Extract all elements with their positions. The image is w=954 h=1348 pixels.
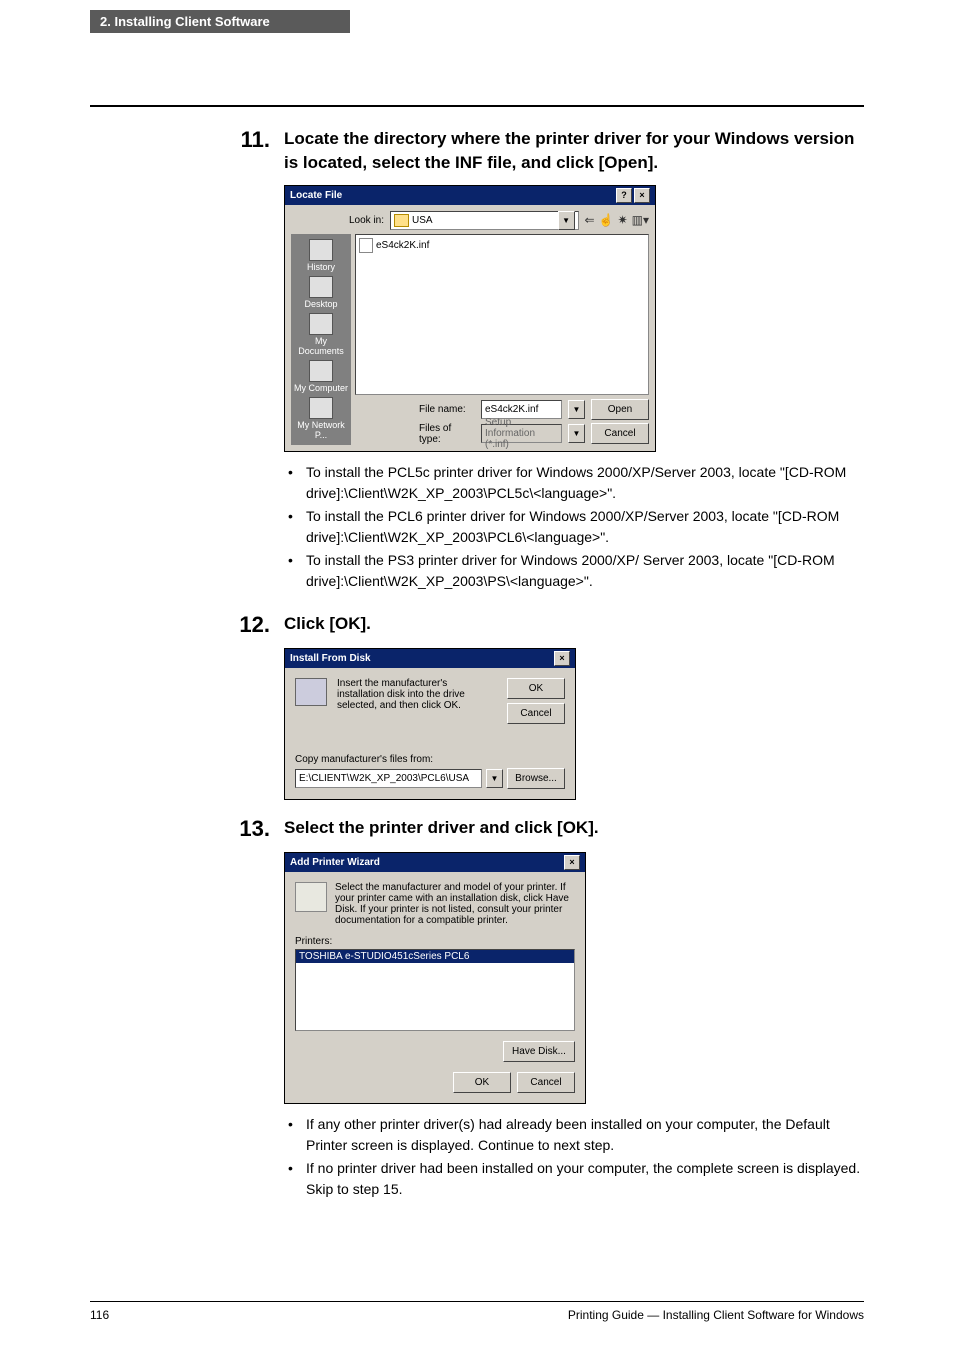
chevron-down-icon[interactable]: ▼ (568, 424, 585, 443)
place-my-documents[interactable]: My Documents (291, 312, 351, 357)
list-item: If no printer driver had been installed … (284, 1158, 864, 1200)
look-in-label: Look in: (349, 215, 384, 226)
printer-icon (295, 882, 327, 912)
section-header: 2. Installing Client Software (90, 10, 350, 33)
step-13-bullets: If any other printer driver(s) had alrea… (284, 1114, 864, 1200)
file-item[interactable]: eS4ck2K.inf (359, 238, 645, 253)
folder-icon (394, 214, 409, 227)
network-icon (309, 397, 333, 419)
ifd-instruction: Insert the manufacturer's installation d… (337, 678, 497, 724)
help-icon[interactable]: ? (616, 188, 632, 203)
cancel-button[interactable]: Cancel (591, 423, 649, 444)
locate-file-titlebar: Locate File ? × (285, 186, 655, 205)
file-item-label: eS4ck2K.inf (376, 240, 429, 251)
printer-item[interactable]: TOSHIBA e-STUDIO451cSeries PCL6 (296, 950, 574, 963)
list-item: To install the PCL5c printer driver for … (284, 462, 864, 504)
step-13-title: Select the printer driver and click [OK]… (284, 816, 864, 842)
install-from-disk-dialog: Install From Disk × Insert the manufactu… (284, 648, 576, 800)
documents-icon (309, 313, 333, 335)
disk-icon (295, 678, 327, 706)
list-item: To install the PS3 printer driver for Wi… (284, 550, 864, 592)
page-footer: 116 Printing Guide — Installing Client S… (90, 1295, 864, 1322)
step-11-number: 11. (220, 127, 284, 175)
list-item: If any other printer driver(s) had alrea… (284, 1114, 864, 1156)
apw-instruction: Select the manufacturer and model of you… (335, 882, 575, 926)
cancel-button[interactable]: Cancel (517, 1072, 575, 1093)
browse-button[interactable]: Browse... (507, 768, 565, 789)
filetype-label: Files of type: (419, 423, 475, 445)
have-disk-button[interactable]: Have Disk... (503, 1041, 575, 1062)
step-12-number: 12. (220, 612, 284, 638)
apw-titlebar: Add Printer Wizard × (285, 853, 585, 872)
step-13-number: 13. (220, 816, 284, 842)
page-number: 116 (90, 1308, 109, 1322)
filetype-select[interactable]: Setup Information (*.inf) (481, 424, 562, 443)
step-11-bullets: To install the PCL5c printer driver for … (284, 462, 864, 592)
ifd-title: Install From Disk (290, 653, 371, 664)
place-desktop[interactable]: Desktop (304, 275, 337, 310)
footer-rule (90, 1301, 864, 1302)
locate-file-dialog: Locate File ? × Look in: USA ▼ ⇐ ☝ (284, 185, 656, 452)
history-icon (309, 239, 333, 261)
chevron-down-icon[interactable]: ▼ (568, 400, 585, 419)
chevron-down-icon[interactable]: ▼ (558, 211, 575, 230)
chevron-down-icon[interactable]: ▼ (486, 769, 503, 788)
locate-file-title: Locate File (290, 190, 342, 201)
ifd-titlebar: Install From Disk × (285, 649, 575, 668)
desktop-icon (309, 276, 333, 298)
inf-file-icon (359, 238, 373, 253)
close-icon[interactable]: × (554, 651, 570, 666)
step-11-title: Locate the directory where the printer d… (284, 127, 864, 175)
close-icon[interactable]: × (564, 855, 580, 870)
step-12-title: Click [OK]. (284, 612, 864, 638)
look-in-select[interactable]: USA ▼ (390, 211, 579, 230)
ok-button[interactable]: OK (507, 678, 565, 699)
copy-from-label: Copy manufacturer's files from: (295, 754, 565, 765)
close-icon[interactable]: × (634, 188, 650, 203)
printers-list[interactable]: TOSHIBA e-STUDIO451cSeries PCL6 (295, 949, 575, 1031)
back-icon[interactable]: ⇐ (585, 213, 595, 227)
new-folder-icon[interactable]: ✷ (618, 213, 628, 227)
list-item: To install the PCL6 printer driver for W… (284, 506, 864, 548)
file-list[interactable]: eS4ck2K.inf (355, 234, 649, 395)
filename-input[interactable]: eS4ck2K.inf (481, 400, 562, 419)
add-printer-wizard-dialog: Add Printer Wizard × Select the manufact… (284, 852, 586, 1104)
places-bar: History Desktop My Documents My Computer… (291, 234, 351, 445)
apw-title: Add Printer Wizard (290, 857, 380, 868)
look-in-value: USA (412, 215, 433, 226)
ok-button[interactable]: OK (453, 1072, 511, 1093)
views-icon[interactable]: ▥▾ (632, 213, 649, 227)
filename-label: File name: (419, 404, 475, 415)
place-history[interactable]: History (307, 238, 335, 273)
up-icon[interactable]: ☝ (599, 213, 614, 227)
copy-path-input[interactable]: E:\CLIENT\W2K_XP_2003\PCL6\USA (295, 769, 482, 788)
open-button[interactable]: Open (591, 399, 649, 420)
place-my-network[interactable]: My Network P... (291, 396, 351, 441)
printers-label: Printers: (295, 936, 575, 947)
cancel-button[interactable]: Cancel (507, 703, 565, 724)
footer-right: Printing Guide — Installing Client Softw… (568, 1308, 864, 1322)
toolbar-icons: ⇐ ☝ ✷ ▥▾ (585, 213, 649, 227)
computer-icon (309, 360, 333, 382)
place-my-computer[interactable]: My Computer (294, 359, 348, 394)
top-rule (90, 105, 864, 107)
